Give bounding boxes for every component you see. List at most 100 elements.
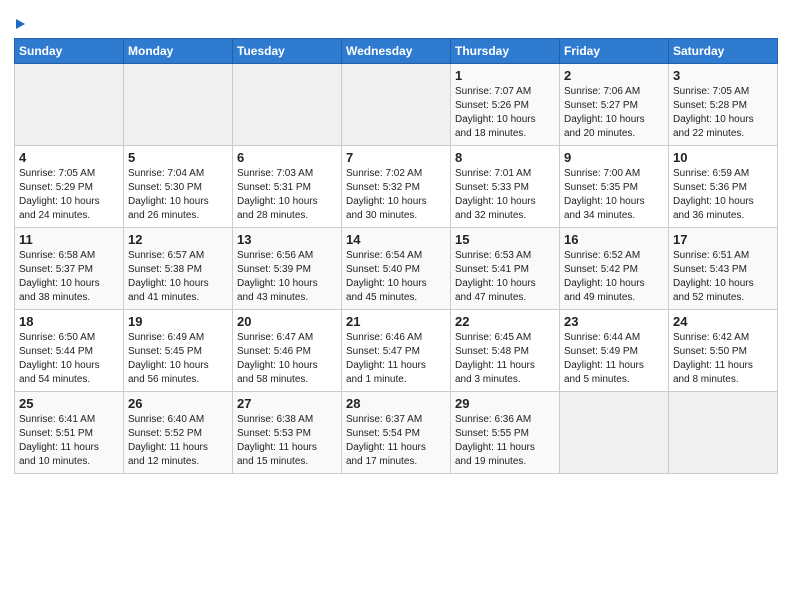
day-info: Sunrise: 7:05 AM Sunset: 5:28 PM Dayligh…	[673, 85, 773, 141]
calendar-cell: 18 Sunrise: 6:50 AM Sunset: 5:44 PM Dayli…	[15, 309, 124, 391]
day-info: Sunrise: 7:00 AM Sunset: 5:35 PM Dayligh…	[564, 167, 664, 223]
calendar-cell: 5Sunrise: 7:04 AM Sunset: 5:30 PM Daylig…	[124, 145, 233, 227]
calendar-cell	[124, 63, 233, 145]
day-number: 20	[237, 314, 337, 329]
day-number: 11	[19, 232, 119, 247]
day-info: Sunrise: 7:06 AM Sunset: 5:27 PM Dayligh…	[564, 85, 664, 141]
calendar-cell: 19 Sunrise: 6:49 AM Sunset: 5:45 PM Dayli…	[124, 309, 233, 391]
calendar-cell	[560, 391, 669, 473]
day-number: 18	[19, 314, 119, 329]
day-info: Sunrise: 7:02 AM Sunset: 5:32 PM Dayligh…	[346, 167, 446, 223]
calendar-cell: 10Sunrise: 6:59 AM Sunset: 5:36 PM Dayli…	[669, 145, 778, 227]
day-info: Sunrise: 6:47 AM Sunset: 5:46 PM Dayligh…	[237, 331, 337, 387]
calendar-week-row: 18 Sunrise: 6:50 AM Sunset: 5:44 PM Dayli…	[15, 309, 778, 391]
logo	[14, 14, 25, 34]
day-number: 28	[346, 396, 446, 411]
calendar-cell: 1 Sunrise: 7:07 AM Sunset: 5:26 PM Daylig…	[451, 63, 560, 145]
weekday-header: Friday	[560, 38, 669, 63]
calendar-cell: 2 Sunrise: 7:06 AM Sunset: 5:27 PM Daylig…	[560, 63, 669, 145]
day-number: 17	[673, 232, 773, 247]
calendar-week-row: 25Sunrise: 6:41 AM Sunset: 5:51 PM Dayli…	[15, 391, 778, 473]
day-number: 19	[128, 314, 228, 329]
weekday-header: Thursday	[451, 38, 560, 63]
day-info: Sunrise: 6:40 AM Sunset: 5:52 PM Dayligh…	[128, 413, 228, 469]
day-number: 3	[673, 68, 773, 83]
day-number: 24	[673, 314, 773, 329]
day-info: Sunrise: 6:46 AM Sunset: 5:47 PM Dayligh…	[346, 331, 446, 387]
day-info: Sunrise: 6:51 AM Sunset: 5:43 PM Dayligh…	[673, 249, 773, 305]
weekday-header: Wednesday	[342, 38, 451, 63]
day-number: 16	[564, 232, 664, 247]
calendar-week-row: 4 Sunrise: 7:05 AM Sunset: 5:29 PM Daylig…	[15, 145, 778, 227]
day-info: Sunrise: 6:37 AM Sunset: 5:54 PM Dayligh…	[346, 413, 446, 469]
calendar-cell: 4 Sunrise: 7:05 AM Sunset: 5:29 PM Daylig…	[15, 145, 124, 227]
day-number: 23	[564, 314, 664, 329]
calendar-cell: 26 Sunrise: 6:40 AM Sunset: 5:52 PM Dayli…	[124, 391, 233, 473]
day-number: 13	[237, 232, 337, 247]
day-number: 12	[128, 232, 228, 247]
day-number: 9	[564, 150, 664, 165]
day-number: 1	[455, 68, 555, 83]
day-number: 7	[346, 150, 446, 165]
day-info: Sunrise: 7:01 AM Sunset: 5:33 PM Dayligh…	[455, 167, 555, 223]
day-info: Sunrise: 7:07 AM Sunset: 5:26 PM Dayligh…	[455, 85, 555, 141]
calendar-cell: 7 Sunrise: 7:02 AM Sunset: 5:32 PM Daylig…	[342, 145, 451, 227]
calendar-cell: 28 Sunrise: 6:37 AM Sunset: 5:54 PM Dayli…	[342, 391, 451, 473]
header-row: SundayMondayTuesdayWednesdayThursdayFrid…	[15, 38, 778, 63]
day-number: 22	[455, 314, 555, 329]
calendar-page: SundayMondayTuesdayWednesdayThursdayFrid…	[0, 0, 792, 484]
calendar-cell: 8Sunrise: 7:01 AM Sunset: 5:33 PM Daylig…	[451, 145, 560, 227]
day-number: 6	[237, 150, 337, 165]
calendar-cell: 12 Sunrise: 6:57 AM Sunset: 5:38 PM Dayli…	[124, 227, 233, 309]
calendar-cell: 16 Sunrise: 6:52 AM Sunset: 5:42 PM Dayli…	[560, 227, 669, 309]
calendar-cell: 6 Sunrise: 7:03 AM Sunset: 5:31 PM Daylig…	[233, 145, 342, 227]
calendar-cell: 3 Sunrise: 7:05 AM Sunset: 5:28 PM Daylig…	[669, 63, 778, 145]
day-info: Sunrise: 6:50 AM Sunset: 5:44 PM Dayligh…	[19, 331, 119, 387]
day-info: Sunrise: 6:52 AM Sunset: 5:42 PM Dayligh…	[564, 249, 664, 305]
calendar-cell: 9 Sunrise: 7:00 AM Sunset: 5:35 PM Daylig…	[560, 145, 669, 227]
day-info: Sunrise: 6:56 AM Sunset: 5:39 PM Dayligh…	[237, 249, 337, 305]
day-info: Sunrise: 6:44 AM Sunset: 5:49 PM Dayligh…	[564, 331, 664, 387]
calendar-cell: 24 Sunrise: 6:42 AM Sunset: 5:50 PM Dayli…	[669, 309, 778, 391]
calendar-cell: 20 Sunrise: 6:47 AM Sunset: 5:46 PM Dayli…	[233, 309, 342, 391]
day-number: 21	[346, 314, 446, 329]
calendar-cell	[15, 63, 124, 145]
day-number: 26	[128, 396, 228, 411]
day-info: Sunrise: 6:53 AM Sunset: 5:41 PM Dayligh…	[455, 249, 555, 305]
weekday-header: Monday	[124, 38, 233, 63]
day-info: Sunrise: 6:58 AM Sunset: 5:37 PM Dayligh…	[19, 249, 119, 305]
day-number: 14	[346, 232, 446, 247]
day-info: Sunrise: 7:05 AM Sunset: 5:29 PM Dayligh…	[19, 167, 119, 223]
day-number: 27	[237, 396, 337, 411]
calendar-cell: 17 Sunrise: 6:51 AM Sunset: 5:43 PM Dayli…	[669, 227, 778, 309]
calendar-week-row: 11 Sunrise: 6:58 AM Sunset: 5:37 PM Dayli…	[15, 227, 778, 309]
calendar-cell: 15Sunrise: 6:53 AM Sunset: 5:41 PM Dayli…	[451, 227, 560, 309]
calendar-cell	[233, 63, 342, 145]
calendar-table: SundayMondayTuesdayWednesdayThursdayFrid…	[14, 38, 778, 474]
day-info: Sunrise: 6:36 AM Sunset: 5:55 PM Dayligh…	[455, 413, 555, 469]
calendar-cell: 23 Sunrise: 6:44 AM Sunset: 5:49 PM Dayli…	[560, 309, 669, 391]
day-info: Sunrise: 6:38 AM Sunset: 5:53 PM Dayligh…	[237, 413, 337, 469]
calendar-cell: 22 Sunrise: 6:45 AM Sunset: 5:48 PM Dayli…	[451, 309, 560, 391]
day-number: 5	[128, 150, 228, 165]
day-info: Sunrise: 6:54 AM Sunset: 5:40 PM Dayligh…	[346, 249, 446, 305]
day-info: Sunrise: 6:49 AM Sunset: 5:45 PM Dayligh…	[128, 331, 228, 387]
calendar-cell: 27 Sunrise: 6:38 AM Sunset: 5:53 PM Dayli…	[233, 391, 342, 473]
day-number: 25	[19, 396, 119, 411]
header	[14, 10, 778, 34]
day-number: 2	[564, 68, 664, 83]
calendar-cell: 21 Sunrise: 6:46 AM Sunset: 5:47 PM Dayli…	[342, 309, 451, 391]
day-info: Sunrise: 6:59 AM Sunset: 5:36 PM Dayligh…	[673, 167, 773, 223]
calendar-cell: 11 Sunrise: 6:58 AM Sunset: 5:37 PM Dayli…	[15, 227, 124, 309]
calendar-cell: 25Sunrise: 6:41 AM Sunset: 5:51 PM Dayli…	[15, 391, 124, 473]
day-info: Sunrise: 6:45 AM Sunset: 5:48 PM Dayligh…	[455, 331, 555, 387]
day-info: Sunrise: 6:42 AM Sunset: 5:50 PM Dayligh…	[673, 331, 773, 387]
calendar-cell	[669, 391, 778, 473]
calendar-cell	[342, 63, 451, 145]
day-info: Sunrise: 6:57 AM Sunset: 5:38 PM Dayligh…	[128, 249, 228, 305]
day-number: 4	[19, 150, 119, 165]
day-info: Sunrise: 7:03 AM Sunset: 5:31 PM Dayligh…	[237, 167, 337, 223]
calendar-cell: 13 Sunrise: 6:56 AM Sunset: 5:39 PM Dayli…	[233, 227, 342, 309]
weekday-header: Saturday	[669, 38, 778, 63]
calendar-cell: 14 Sunrise: 6:54 AM Sunset: 5:40 PM Dayli…	[342, 227, 451, 309]
